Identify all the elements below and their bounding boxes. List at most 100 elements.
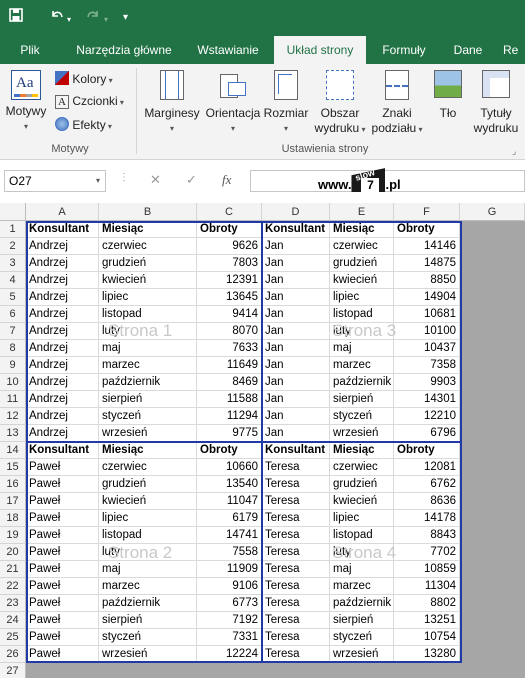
cell[interactable]: grudzień	[330, 476, 394, 493]
cell[interactable]: Jan	[262, 255, 330, 272]
cell[interactable]: 9106	[197, 578, 262, 595]
cell[interactable]: 13645	[197, 289, 262, 306]
row-header[interactable]: 10	[0, 374, 26, 391]
cell[interactable]: czerwiec	[330, 459, 394, 476]
page-break-line[interactable]	[26, 441, 462, 443]
cell[interactable]: grudzień	[330, 255, 394, 272]
tab-page-layout[interactable]: Układ strony	[274, 36, 366, 64]
cell[interactable]: Andrzej	[26, 306, 99, 323]
cell[interactable]: październik	[330, 595, 394, 612]
row-header[interactable]: 26	[0, 646, 26, 663]
row-header[interactable]: 16	[0, 476, 26, 493]
save-icon[interactable]	[9, 8, 23, 28]
cell[interactable]: marzec	[99, 357, 197, 374]
cell[interactable]: 8469	[197, 374, 262, 391]
cell[interactable]: Teresa	[262, 561, 330, 578]
cell[interactable]: 10660	[197, 459, 262, 476]
cell[interactable]: 8843	[394, 527, 460, 544]
row-header[interactable]: 7	[0, 323, 26, 340]
cell[interactable]: listopad	[99, 527, 197, 544]
select-all-corner[interactable]	[0, 203, 26, 221]
cell[interactable]: 8850	[394, 272, 460, 289]
cell[interactable]: lipiec	[330, 289, 394, 306]
row-header[interactable]: 11	[0, 391, 26, 408]
cell-area[interactable]: Konsultant Miesiąc Obroty Konsultant Miesiąc…	[26, 221, 462, 663]
cell[interactable]: Paweł	[26, 612, 99, 629]
row-header[interactable]: 15	[0, 459, 26, 476]
cell[interactable]: Teresa	[262, 476, 330, 493]
cell[interactable]: Andrzej	[26, 374, 99, 391]
column-header-d[interactable]: D	[262, 203, 330, 221]
tab-plik[interactable]: Plik	[8, 36, 52, 64]
cell[interactable]: Andrzej	[26, 238, 99, 255]
cell[interactable]: 7803	[197, 255, 262, 272]
cell[interactable]: 7558	[197, 544, 262, 561]
redo-dropdown-icon[interactable]: ▾	[104, 10, 108, 30]
cell[interactable]: kwiecień	[99, 493, 197, 510]
row-header[interactable]: 5	[0, 289, 26, 306]
cell[interactable]: 9626	[197, 238, 262, 255]
cell[interactable]: Teresa	[262, 612, 330, 629]
fonts-button[interactable]: A Czcionki ▾	[55, 94, 124, 110]
row-header[interactable]: 1	[0, 221, 26, 238]
cell[interactable]: 10859	[394, 561, 460, 578]
tab-insert[interactable]: Wstawianie	[188, 36, 268, 64]
cell[interactable]: lipiec	[99, 289, 197, 306]
colors-button[interactable]: Kolory ▾	[55, 71, 113, 88]
print-area-button[interactable]: Obszar wydruku ▾	[309, 70, 371, 137]
cell[interactable]: 12391	[197, 272, 262, 289]
breaks-button[interactable]: Znaki podziału ▾	[371, 70, 423, 137]
cell[interactable]: Andrzej	[26, 323, 99, 340]
cell[interactable]: 8636	[394, 493, 460, 510]
effects-button[interactable]: Efekty ▾	[55, 117, 112, 134]
cancel-icon[interactable]: ✕	[150, 172, 161, 188]
cell[interactable]: Obroty	[394, 221, 460, 238]
cell[interactable]: sierpień	[99, 612, 197, 629]
print-titles-button[interactable]: Tytuły wydruku	[470, 70, 522, 136]
cell[interactable]: 14178	[394, 510, 460, 527]
cell[interactable]: 14146	[394, 238, 460, 255]
row-header[interactable]: 27	[0, 663, 26, 678]
cell[interactable]: 7358	[394, 357, 460, 374]
row-header[interactable]: 2	[0, 238, 26, 255]
cell[interactable]: Andrzej	[26, 425, 99, 442]
cell[interactable]: Teresa	[262, 459, 330, 476]
row-header[interactable]: 13	[0, 425, 26, 442]
cell[interactable]: listopad	[330, 527, 394, 544]
cell[interactable]: Paweł	[26, 459, 99, 476]
cell[interactable]: 11588	[197, 391, 262, 408]
undo-icon[interactable]	[50, 8, 64, 28]
cell[interactable]: Andrzej	[26, 340, 99, 357]
cell[interactable]: 14875	[394, 255, 460, 272]
row-27-area[interactable]	[26, 663, 525, 678]
cell[interactable]: Teresa	[262, 629, 330, 646]
page-break-line[interactable]	[26, 221, 462, 223]
cell[interactable]: Paweł	[26, 629, 99, 646]
cell[interactable]: październik	[99, 595, 197, 612]
cell[interactable]: 10681	[394, 306, 460, 323]
column-header-a[interactable]: A	[26, 203, 99, 221]
cell[interactable]: Teresa	[262, 510, 330, 527]
cell[interactable]: marzec	[330, 357, 394, 374]
cell[interactable]: Andrzej	[26, 391, 99, 408]
cell[interactable]: Jan	[262, 357, 330, 374]
row-header[interactable]: 3	[0, 255, 26, 272]
cell[interactable]: 14741	[197, 527, 262, 544]
row-header[interactable]: 14	[0, 442, 26, 459]
background-button[interactable]: Tło	[428, 70, 468, 121]
cell[interactable]: Konsultant	[26, 442, 99, 459]
cell[interactable]: 6796	[394, 425, 460, 442]
cell[interactable]: październik	[99, 374, 197, 391]
cell[interactable]: Jan	[262, 391, 330, 408]
cell[interactable]: Paweł	[26, 510, 99, 527]
tab-data[interactable]: Dane	[442, 36, 494, 64]
cell[interactable]: Jan	[262, 323, 330, 340]
cell[interactable]: sierpień	[99, 391, 197, 408]
cell[interactable]: Andrzej	[26, 255, 99, 272]
cell[interactable]: Konsultant	[26, 221, 99, 238]
cell[interactable]: Andrzej	[26, 357, 99, 374]
cell[interactable]: Teresa	[262, 578, 330, 595]
row-header[interactable]: 4	[0, 272, 26, 289]
cell[interactable]: maj	[99, 340, 197, 357]
cell[interactable]: 11304	[394, 578, 460, 595]
